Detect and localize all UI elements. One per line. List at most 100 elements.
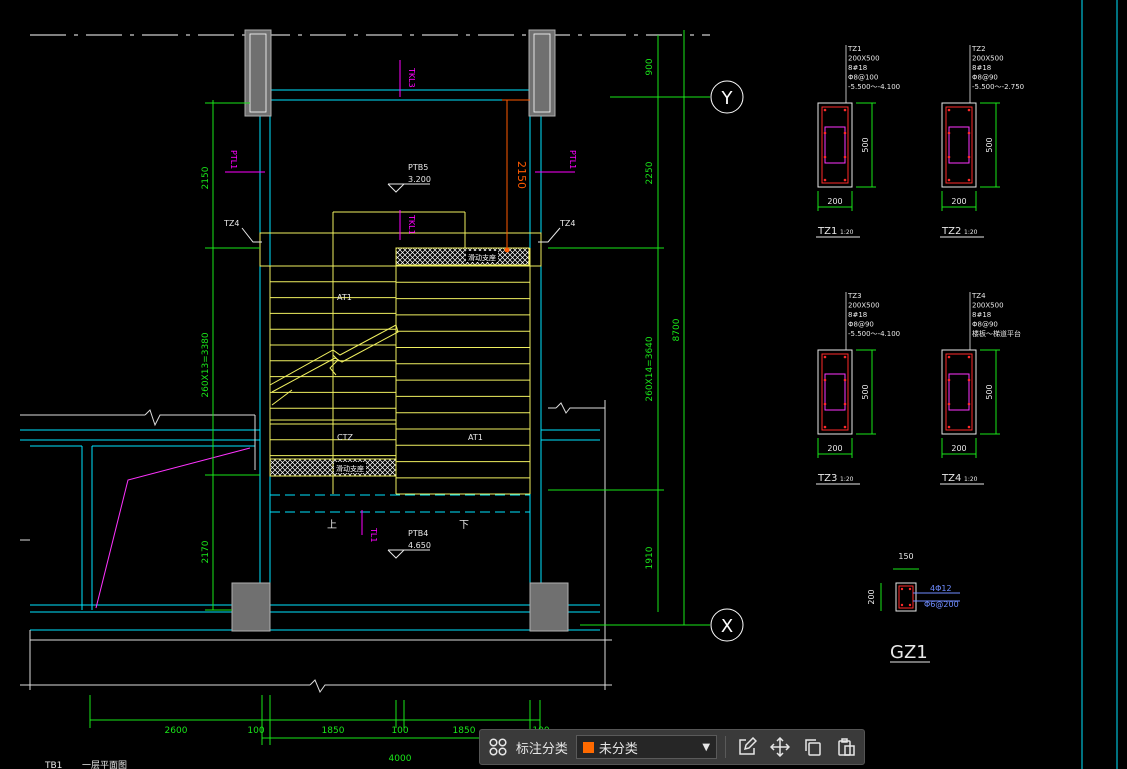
- dim-text: 200: [827, 444, 842, 453]
- dim-text: 500: [861, 384, 870, 399]
- rebar-dot: [823, 131, 827, 135]
- rebar-dot: [823, 425, 827, 429]
- walls: [20, 30, 600, 631]
- rebar-dot: [823, 155, 827, 159]
- grid-apps-icon[interactable]: [486, 735, 510, 759]
- category-color-swatch: [582, 741, 594, 753]
- opening-outline: [95, 447, 251, 609]
- sliding-support-hatch: [269, 458, 397, 477]
- rebar-dot: [967, 425, 971, 429]
- flight-label: AT1: [468, 433, 483, 442]
- flight-label: CTZ: [337, 433, 353, 442]
- dimension-lines: [89, 30, 710, 745]
- cad-drawing-canvas[interactable]: 滑动支座 滑动支座 2150 260X13=3380 2170 900 2250…: [0, 0, 1127, 769]
- gz1-title: GZ1: [890, 642, 928, 663]
- detail-note: TZ1: [847, 45, 862, 53]
- rebar-dot: [947, 155, 951, 159]
- section-rebar-outer: [821, 353, 849, 431]
- copy-icon[interactable]: [801, 735, 825, 759]
- down-label: 下: [459, 520, 469, 531]
- rebar-dot: [967, 108, 971, 112]
- gz1-dim-h: 200: [867, 589, 876, 604]
- detail-note: Φ8@100: [848, 74, 878, 82]
- rebar-dot: [843, 178, 847, 182]
- section-outline: [941, 349, 977, 435]
- section-outline: [941, 102, 977, 188]
- section-rebar-outer: [821, 106, 849, 184]
- detail-note: 8#18: [848, 64, 867, 72]
- move-icon[interactable]: [768, 735, 792, 759]
- dim-text: 2600: [165, 726, 188, 736]
- column-tag: TZ4: [559, 219, 575, 228]
- chevron-down-icon: ▼: [702, 741, 711, 753]
- rebar-dot: [947, 378, 951, 382]
- up-label: 上: [327, 519, 337, 531]
- toolbar-divider: [725, 736, 727, 758]
- beam-label: TKL3: [407, 67, 416, 88]
- section-scale: 1:20: [840, 229, 854, 236]
- category-dropdown[interactable]: 未分类 ▼: [575, 735, 718, 759]
- dim-text: 500: [985, 384, 994, 399]
- column-tag-leaders: [241, 227, 561, 243]
- detail-note: TZ3: [847, 292, 862, 300]
- detail-note: -5.500～-2.750: [972, 83, 1024, 91]
- rebar-dot: [967, 178, 971, 182]
- dim-text: 100: [391, 726, 408, 736]
- dim-text: 2170: [201, 540, 211, 563]
- rebar-dot: [967, 131, 971, 135]
- dim-text: 100: [247, 726, 264, 736]
- rebar-dot: [947, 108, 951, 112]
- section-scale: 1:20: [964, 229, 978, 236]
- section-rebar-outer: [945, 106, 973, 184]
- detail-note: 8#18: [848, 311, 867, 319]
- detail-note: Φ8@90: [972, 321, 998, 329]
- orange-dim-node: [504, 247, 510, 253]
- dim-text: 260X14=3640: [645, 336, 655, 402]
- dim-text: 1850: [453, 726, 476, 736]
- elevation-marker: [387, 183, 406, 193]
- rebar-dot: [967, 402, 971, 406]
- detail-note: TZ2: [971, 45, 986, 53]
- dim-text: 500: [985, 137, 994, 152]
- rebar-dot: [823, 355, 827, 359]
- rebar-dot: [823, 378, 827, 382]
- rebar-dot: [843, 108, 847, 112]
- edit-icon[interactable]: [735, 735, 759, 759]
- columns: [231, 29, 569, 632]
- detail-note: TZ4: [971, 292, 986, 300]
- rebar-dot: [843, 131, 847, 135]
- rebar-dot: [947, 402, 951, 406]
- detail-note: 200X500: [972, 302, 1004, 310]
- paste-icon[interactable]: [834, 735, 858, 759]
- hatch-label: 滑动支座: [468, 253, 496, 262]
- rebar-dot: [947, 425, 951, 429]
- detail-note: Φ8@90: [972, 74, 998, 82]
- footer-tag: TB1: [44, 761, 62, 769]
- dim-text: 1910: [645, 546, 655, 569]
- landing-name: PTB5: [408, 163, 428, 172]
- detail-note: 200X500: [848, 55, 880, 63]
- dim-text: 200: [951, 444, 966, 453]
- detail-note: 200X500: [972, 55, 1004, 63]
- dim-text: 8700: [672, 318, 682, 341]
- category-dropdown-value: 未分类: [598, 741, 638, 757]
- dim-text: 260X13=3380: [201, 332, 211, 398]
- elevation-marker: [387, 549, 406, 559]
- detail-note: 8#18: [972, 64, 991, 72]
- landing-name: PTB4: [408, 529, 428, 538]
- pt-label: PTL1: [229, 150, 238, 169]
- section-stirrup: [948, 126, 970, 164]
- beam-dashed-lines: [270, 494, 530, 513]
- dim-text: 500: [861, 137, 870, 152]
- dim-text: 2250: [645, 161, 655, 184]
- annotation-category-label: 标注分类: [515, 741, 568, 757]
- rebar-dot: [967, 378, 971, 382]
- outline-lines: [20, 400, 612, 694]
- detail-note: 楼板～梯道平台: [972, 329, 1021, 338]
- dim-text: 2150: [201, 166, 211, 189]
- orange-dim-text: 2150: [515, 161, 528, 189]
- rebar-dot: [967, 155, 971, 159]
- section-title: TZ3: [817, 473, 837, 484]
- landing-elev: 4.650: [408, 541, 431, 550]
- section-outline: [817, 102, 853, 188]
